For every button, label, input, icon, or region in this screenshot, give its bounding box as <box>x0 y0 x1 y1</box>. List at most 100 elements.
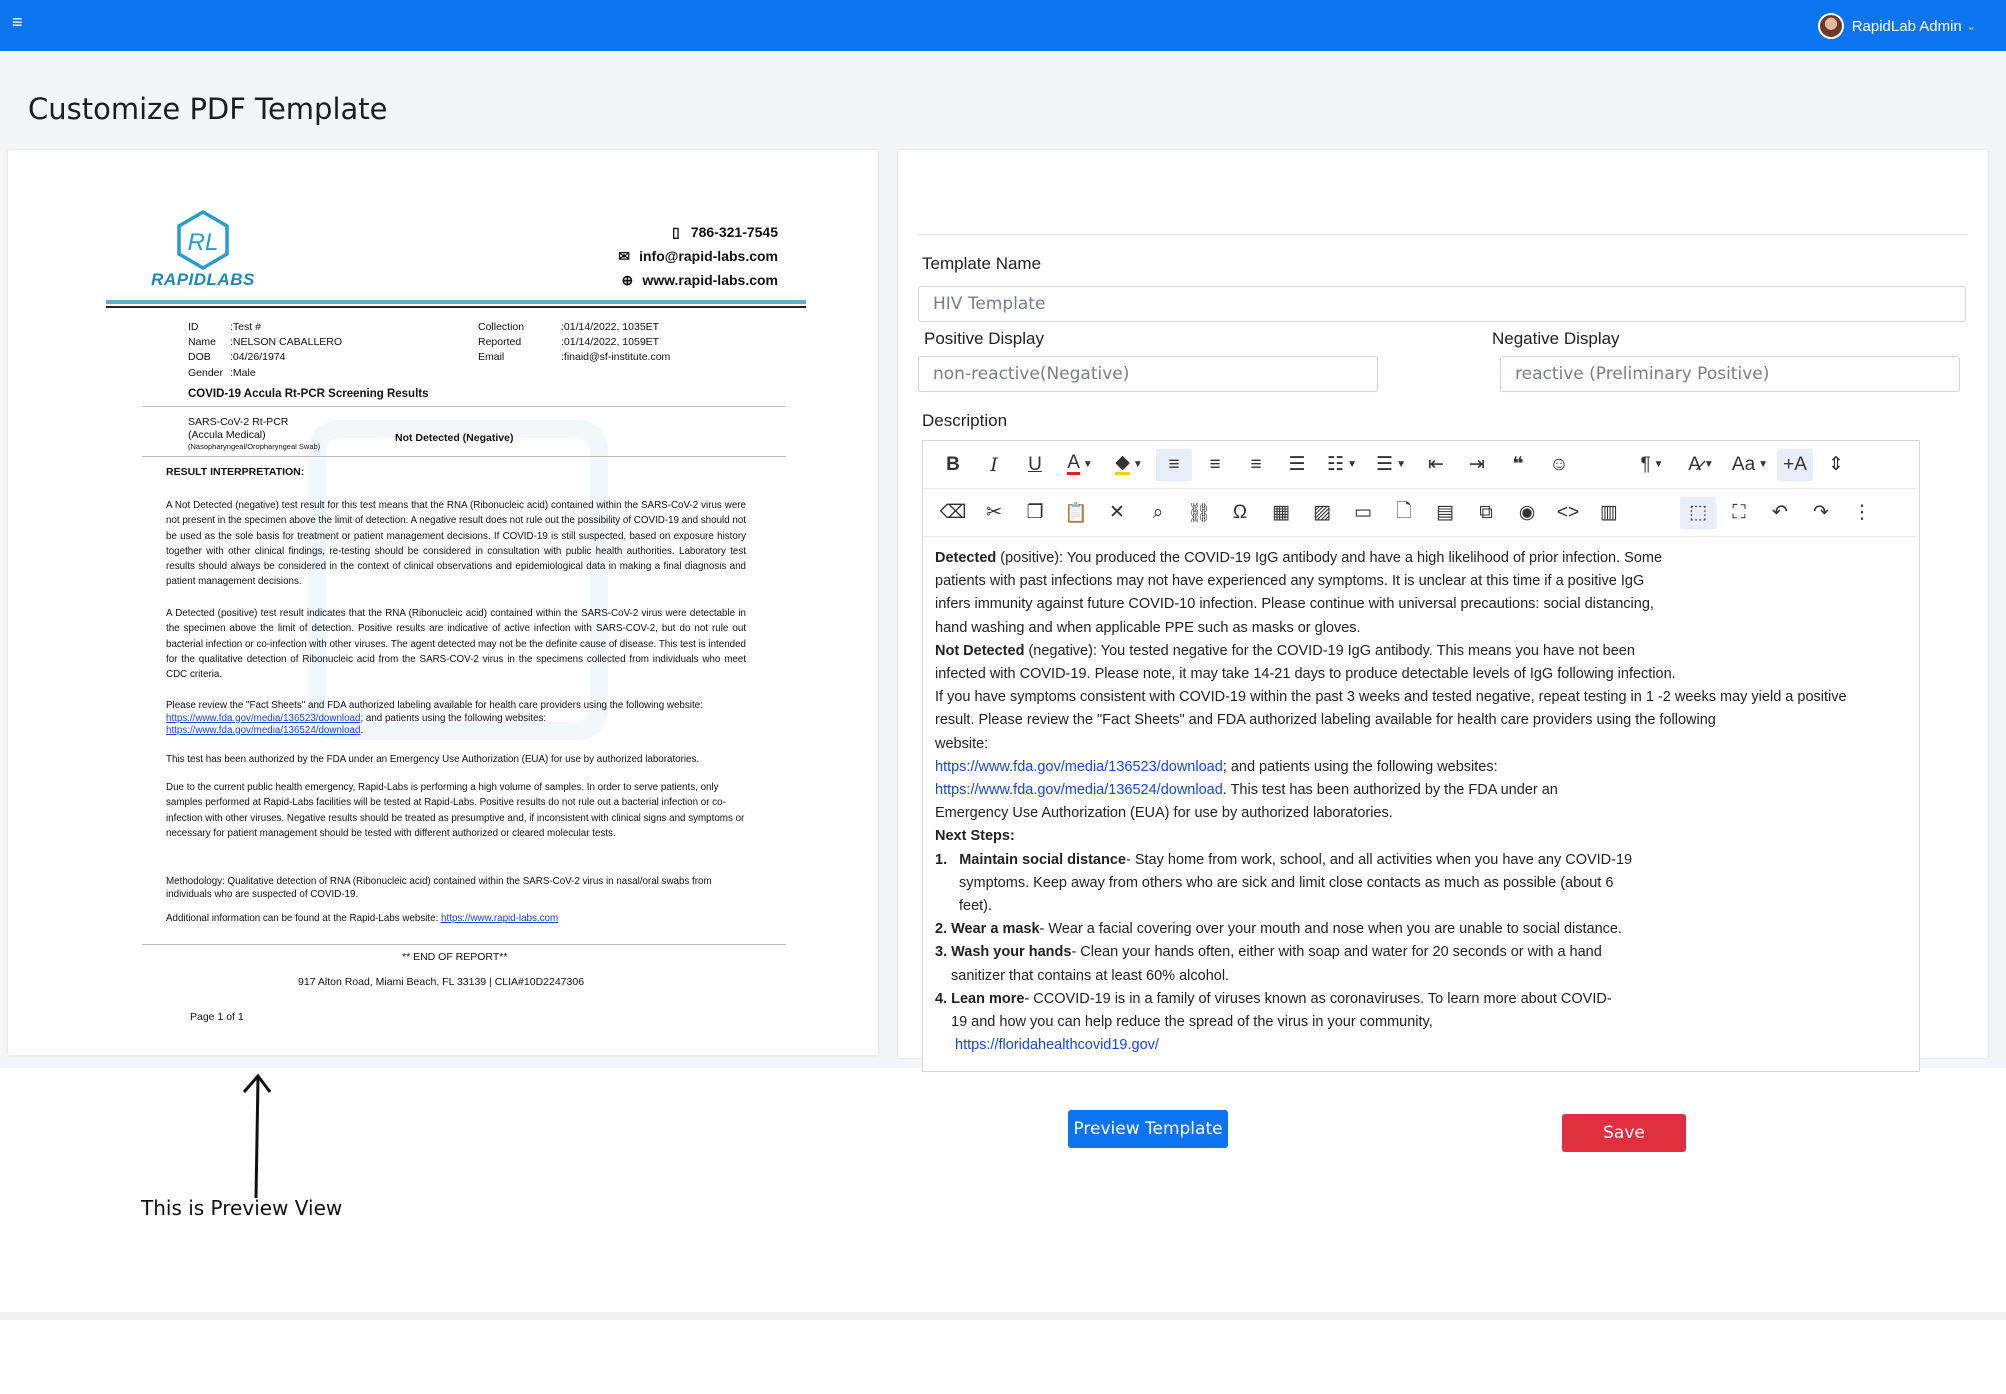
fda-link-2[interactable]: https://www.fda.gov/media/136524/downloa… <box>935 782 1223 798</box>
fact-sheet-paragraph: Please review the "Fact Sheets" and FDA … <box>166 700 703 736</box>
logo-icon: RL <box>177 209 229 271</box>
bold-icon[interactable]: B <box>935 449 971 481</box>
negative-display-input[interactable]: reactive (Preliminary Positive) <box>1500 356 1960 392</box>
preview-annotation: This is Preview View <box>141 1196 343 1220</box>
rapidlabs-link[interactable]: https://www.rapid-labs.com <box>441 913 558 924</box>
interpretation-heading: RESULT INTERPRETATION: <box>166 466 305 478</box>
divider <box>142 456 786 457</box>
font-size-icon[interactable]: A̷ ▼ <box>1679 449 1723 481</box>
end-of-report: ** END OF REPORT** <box>402 951 508 963</box>
template-name-input[interactable]: HIV Template <box>918 286 1966 322</box>
line-height-icon[interactable]: ⇕ <box>1818 449 1854 481</box>
select-all-icon[interactable]: ▥ <box>1591 497 1627 529</box>
paragraph-format-icon[interactable]: ¶ ▼ <box>1630 449 1674 481</box>
negative-display-label: Negative Display <box>1492 329 1620 348</box>
clear-format-icon[interactable]: +A <box>1777 448 1813 481</box>
undo-icon[interactable]: ↶ <box>1762 497 1798 529</box>
rich-text-editor[interactable]: B I U A ▼ ◆ ▼ ≡ ≡ ≡ ☰ ☷ ▼ ☰ ▼ ⇤ ⇥ ❝ ☺ ¶ ▼ A̷ ▼… <box>922 440 1920 1072</box>
align-left-icon[interactable]: ≡ <box>1156 448 1192 481</box>
header-rule <box>106 300 806 304</box>
underline-icon[interactable]: U <box>1017 449 1053 481</box>
code-view-icon[interactable]: <> <box>1550 497 1586 529</box>
indent-icon[interactable]: ⇥ <box>1459 449 1495 481</box>
rapidlabs-logo: RL RAPIDLABS <box>148 208 258 298</box>
divider <box>0 1312 2006 1320</box>
outdent-icon[interactable]: ⇤ <box>1418 449 1454 481</box>
avatar <box>1817 13 1844 39</box>
remove-format-icon[interactable]: ✕ <box>1099 497 1135 529</box>
eua-paragraph: This test has been authorized by the FDA… <box>166 754 700 765</box>
logo-text: RAPIDLABS <box>151 270 255 289</box>
lab-address: 917 Alton Road, Miami Beach, FL 33139 | … <box>298 976 585 988</box>
test-name-block: SARS-CoV-2 Rt-PCR (Accula Medical) (Naso… <box>188 416 321 452</box>
copy-icon[interactable]: ❐ <box>1017 497 1053 529</box>
link-icon[interactable]: ⛓ <box>1181 497 1217 529</box>
arrow-up-icon <box>242 1073 272 1199</box>
align-center-icon[interactable]: ≡ <box>1197 449 1233 481</box>
header-rule-dark <box>106 306 806 308</box>
block-select-icon[interactable]: ⬚ <box>1680 496 1716 529</box>
align-right-icon[interactable]: ≡ <box>1238 449 1274 481</box>
save-button[interactable]: Save <box>1562 1114 1686 1152</box>
patient-values: :Test #:NELSON CABALLERO:04/26/1974:Male <box>230 321 343 379</box>
chevron-down-icon: ⌄ <box>1966 20 1976 33</box>
ordered-list-icon[interactable]: ☷ ▼ <box>1320 449 1364 481</box>
preview-template-button[interactable]: Preview Template <box>1068 1110 1228 1148</box>
text-case-icon[interactable]: Aa ▼ <box>1728 449 1772 481</box>
hamburger-icon[interactable]: ≡ <box>12 13 30 31</box>
file-icon[interactable]: 🗋 <box>1386 497 1422 529</box>
positive-display-input[interactable]: non-reactive(Negative) <box>918 356 1378 392</box>
interpretation-paragraph-2: A Detected (positive) test result indica… <box>166 608 746 681</box>
svg-text:RL: RL <box>188 229 219 256</box>
page-title: Customize PDF Template <box>28 92 388 126</box>
eraser-icon[interactable]: ⌫ <box>935 497 971 529</box>
fda-link-1[interactable]: https://www.fda.gov/media/136523/downloa… <box>166 713 360 724</box>
test-result: Not Detected (Negative) <box>395 432 514 444</box>
emoji-icon[interactable]: ☺ <box>1541 449 1577 481</box>
embed-icon[interactable]: ⧉ <box>1468 497 1504 529</box>
redo-icon[interactable]: ↷ <box>1803 497 1839 529</box>
page-number: Page 1 of 1 <box>190 1011 244 1023</box>
user-menu[interactable]: RapidLab Admin ⌄ <box>1817 12 1976 40</box>
methodology-paragraph: Methodology: Qualitative detection of RN… <box>166 876 712 900</box>
preview-icon[interactable]: ◉ <box>1509 497 1545 529</box>
contact-email: info@rapid-labs.com <box>639 248 778 264</box>
fullscreen-icon[interactable]: ⛶ <box>1721 497 1757 529</box>
report-labels: Collection Reported Email <box>478 321 525 364</box>
highlight-icon[interactable]: ◆ ▼ <box>1107 449 1151 481</box>
phone-icon: ▯ <box>671 224 680 240</box>
results-heading: COVID-19 Accula Rt-PCR Screening Results <box>188 388 429 400</box>
template-editor-panel: Template Name HIV Template Positive Disp… <box>898 150 1988 1072</box>
patient-labels: ID Name DOB Gender <box>188 321 224 379</box>
contact-phone: 786-321-7545 <box>690 224 778 240</box>
special-char-icon[interactable]: Ω <box>1222 497 1258 529</box>
globe-icon: ⊕ <box>621 272 634 288</box>
paste-icon[interactable]: 📋 <box>1058 497 1094 529</box>
report-values: :01/14/2022, 1035ET:01/14/2022, 1059ET:f… <box>561 321 671 364</box>
template-icon[interactable]: ▤ <box>1427 497 1463 529</box>
editor-content[interactable]: Detected (positive): You produced the CO… <box>935 547 1905 1057</box>
page-bottom-area <box>0 1068 2006 1394</box>
fda-link-2[interactable]: https://www.fda.gov/media/136524/downloa… <box>166 725 360 736</box>
more-icon[interactable]: ⋮ <box>1844 497 1880 529</box>
table-icon[interactable]: ▦ <box>1263 497 1299 529</box>
image-icon[interactable]: ▨ <box>1304 497 1340 529</box>
interpretation-paragraph-1: A Not Detected (negative) test result fo… <box>166 500 746 588</box>
contact-website: www.rapid-labs.com <box>642 272 778 288</box>
unordered-list-icon[interactable]: ☰ ▼ <box>1369 449 1413 481</box>
editor-toolbar-row-2: ⌫ ✂ ❐ 📋 ✕ ⌕ ⛓ Ω ▦ ▨ ▭ 🗋 ▤ ⧉ ◉ <> ▥ ⬚ ⛶ ↶… <box>923 489 1919 537</box>
top-navbar: ≡ RapidLab Admin ⌄ <box>0 0 2006 51</box>
justify-icon[interactable]: ☰ <box>1279 449 1315 481</box>
italic-icon[interactable]: I <box>976 449 1012 481</box>
search-icon[interactable]: ⌕ <box>1140 497 1176 529</box>
blockquote-icon[interactable]: ❝ <box>1500 449 1536 481</box>
description-label: Description <box>922 411 1008 430</box>
fda-link-1[interactable]: https://www.fda.gov/media/136523/downloa… <box>935 759 1223 775</box>
video-icon[interactable]: ▭ <box>1345 497 1381 529</box>
divider <box>142 406 786 407</box>
font-color-icon[interactable]: A ▼ <box>1058 449 1102 481</box>
cut-icon[interactable]: ✂ <box>976 497 1012 529</box>
editor-toolbar-row-1: B I U A ▼ ◆ ▼ ≡ ≡ ≡ ☰ ☷ ▼ ☰ ▼ ⇤ ⇥ ❝ ☺ ¶ ▼ A̷ ▼… <box>923 441 1919 489</box>
template-name-label: Template Name <box>922 254 1042 273</box>
florida-health-link[interactable]: https://floridahealthcovid19.gov/ <box>955 1037 1159 1053</box>
